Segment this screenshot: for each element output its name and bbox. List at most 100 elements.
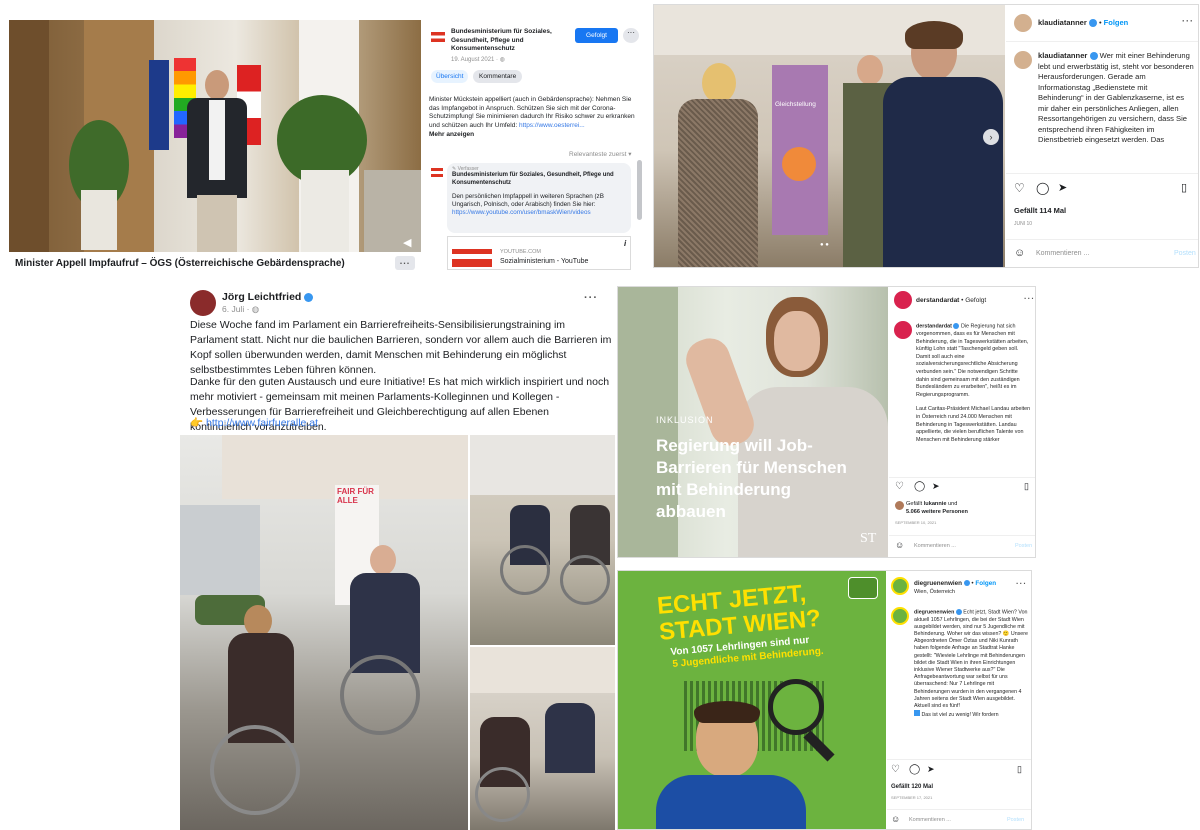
post-image[interactable]: INKLUSION Regierung will Job-Barrieren f… — [618, 287, 888, 557]
bookmark-icon[interactable]: ▯ — [1017, 764, 1022, 775]
scrollbar[interactable] — [637, 160, 642, 220]
location[interactable]: Wien, Österreich — [914, 588, 955, 598]
emoji-icon[interactable]: ☺ — [1014, 247, 1025, 259]
banner-label: Gleichstellung — [775, 101, 816, 108]
share-icon[interactable]: ➤ — [927, 764, 935, 775]
wheelchair-left — [210, 725, 300, 815]
likes-line: Gefällt lukannie und 5.066 weitere Person… — [906, 501, 1030, 516]
more-options-button[interactable]: ... — [395, 256, 415, 270]
photo-top-right[interactable] — [470, 435, 615, 645]
fb-ministry-post: Bundesministerium für Soziales, Gesundhe… — [427, 20, 645, 270]
comment-input[interactable]: Kommentieren ... — [1036, 250, 1089, 257]
follow-button[interactable]: Folgen — [975, 580, 996, 587]
speaker-figure — [181, 70, 253, 252]
volume-icon[interactable]: ◀ — [403, 236, 411, 249]
standard-logo: ST — [860, 531, 877, 546]
post-menu-button[interactable]: ··· — [584, 292, 598, 304]
post-button[interactable]: Posten — [1174, 250, 1196, 257]
person-left — [668, 63, 768, 267]
caption-text: Echt jetzt, Stadt Wien? Von aktuell 1057… — [914, 609, 1028, 710]
post-image[interactable]: ECHT JETZT, STADT WIEN? Von 1057 Lehrlin… — [618, 571, 886, 829]
share-icon[interactable]: ➤ — [932, 481, 940, 492]
avatar[interactable] — [894, 291, 912, 309]
sort-dropdown[interactable]: Relevanteste zuerst ▾ — [569, 150, 632, 158]
caption: derstandardat Die Regierung hat sich vor… — [916, 323, 1032, 475]
more-options-icon[interactable]: ··· — [1024, 294, 1035, 303]
post-button[interactable]: Posten — [1015, 543, 1032, 549]
info-icon[interactable]: i — [624, 239, 626, 248]
author-avatar[interactable] — [190, 290, 216, 316]
link-preview[interactable]: YOUTUBE.COM Sozialministerium - YouTube … — [447, 236, 631, 270]
comment-icon[interactable]: ◯ — [1036, 181, 1049, 195]
caption-username[interactable]: derstandardat — [916, 323, 952, 329]
follow-button[interactable]: Gefolgt — [575, 28, 618, 43]
globe-icon: ◍ — [499, 57, 505, 63]
post-body-link[interactable]: https://www.oesterrei... — [519, 122, 585, 129]
emoji-icon[interactable]: ☺ — [891, 814, 900, 824]
heart-icon[interactable]: ♡ — [1014, 181, 1025, 195]
comment-input[interactable]: Kommentieren ... — [914, 543, 956, 549]
post-date-text: 6. Juli · — [222, 304, 252, 314]
ig-tanner-post: Gleichstellung › ● ● klaudiatanner • Fol… — [653, 4, 1199, 268]
comment-icon[interactable]: ◯ — [909, 764, 920, 775]
ig-standard-post: INKLUSION Regierung will Job-Barrieren f… — [617, 286, 1036, 558]
tab-comments[interactable]: Kommentare — [473, 70, 523, 83]
post-header: klaudiatanner • Folgen — [1038, 18, 1129, 28]
caption-username[interactable]: diegruenenwien — [914, 609, 954, 615]
caption-username[interactable]: klaudiatanner — [1038, 51, 1087, 60]
username[interactable]: diegruenenwien — [914, 580, 962, 587]
post-link-line: 👉 http://www.fairfueralle.at — [190, 416, 318, 431]
likes-count[interactable]: 5.066 weitere Personen — [906, 509, 968, 515]
author-name[interactable]: Jörg Leichtfried — [222, 291, 301, 303]
username[interactable]: derstandardat — [916, 297, 959, 304]
tab-overview[interactable]: Übersicht — [431, 70, 469, 83]
likes-count[interactable]: Gefällt 120 Mal — [891, 784, 933, 790]
sort-label: Relevanteste zuerst — [569, 151, 627, 158]
follow-status[interactable]: Gefolgt — [965, 297, 986, 304]
post-date: JUNI 10 — [1014, 221, 1033, 227]
comment-text-block: Den persönlichen Impfappell in weiteren … — [452, 193, 626, 217]
likes-user[interactable]: lukannie — [924, 501, 947, 507]
bookmark-icon[interactable]: ▯ — [1024, 481, 1029, 492]
main-photo[interactable]: FAIR FÜR ALLE — [180, 435, 468, 830]
likes-count[interactable]: Gefällt 114 Mal — [1014, 206, 1066, 215]
emoji-icon[interactable]: ☺ — [895, 540, 904, 550]
heart-icon[interactable]: ♡ — [891, 764, 900, 775]
caption: klaudiatanner Wer mit einer Behinderung … — [1038, 51, 1194, 167]
avatar[interactable] — [1014, 14, 1032, 32]
more-options-icon[interactable]: ··· — [1182, 16, 1194, 26]
overlay-kicker: INKLUSION — [656, 415, 714, 425]
likes-mid: und — [946, 501, 958, 507]
comment-input[interactable]: Kommentieren ... — [909, 817, 951, 823]
post-date: 6. Juli · ◍ — [222, 304, 259, 315]
caption-avatar — [891, 607, 909, 625]
post-image[interactable]: Gleichstellung › ● ● — [654, 5, 1005, 267]
photo-bottom-right[interactable] — [470, 647, 615, 830]
comment-icon[interactable]: ◯ — [914, 481, 925, 492]
bookmark-icon[interactable]: ▯ — [1181, 181, 1187, 194]
video-frame[interactable]: ◀ — [9, 20, 421, 252]
share-icon[interactable]: ➤ — [1058, 181, 1067, 194]
post-menu-button[interactable]: ··· — [623, 28, 639, 43]
post-button[interactable]: Posten — [1007, 817, 1024, 823]
ig-gruene-post: ECHT JETZT, STADT WIEN? Von 1057 Lehrlin… — [617, 570, 1032, 830]
green-logo — [848, 577, 878, 599]
verified-icon — [1089, 52, 1098, 60]
page-name[interactable]: Bundesministerium für Soziales, Gesundhe… — [451, 28, 569, 54]
more-options-icon[interactable]: ··· — [1016, 579, 1027, 588]
username[interactable]: klaudiatanner — [1038, 18, 1087, 27]
globe-icon: ◍ — [251, 304, 260, 314]
heart-icon[interactable]: ♡ — [895, 481, 904, 492]
comment-text: Den persönlichen Impfappell in weiteren … — [452, 193, 604, 208]
comment-author[interactable]: Bundesministerium für Soziales, Gesundhe… — [452, 172, 626, 187]
comment-link[interactable]: https://www.youtube.com/user/bmaskWien/v… — [452, 209, 591, 216]
avatar[interactable] — [891, 577, 909, 595]
video-caption[interactable]: Minister Appell Impfaufruf – ÖGS (Österr… — [15, 258, 345, 269]
next-arrow-icon[interactable]: › — [983, 129, 999, 145]
comment-avatar — [431, 168, 443, 177]
verified-icon — [1088, 19, 1097, 28]
post-link[interactable]: http://www.fairfueralle.at — [206, 417, 318, 429]
preview-title: Sozialministerium - YouTube — [500, 258, 589, 265]
follow-button[interactable]: Folgen — [1104, 18, 1129, 27]
more-link[interactable]: Mehr anzeigen — [429, 131, 474, 138]
